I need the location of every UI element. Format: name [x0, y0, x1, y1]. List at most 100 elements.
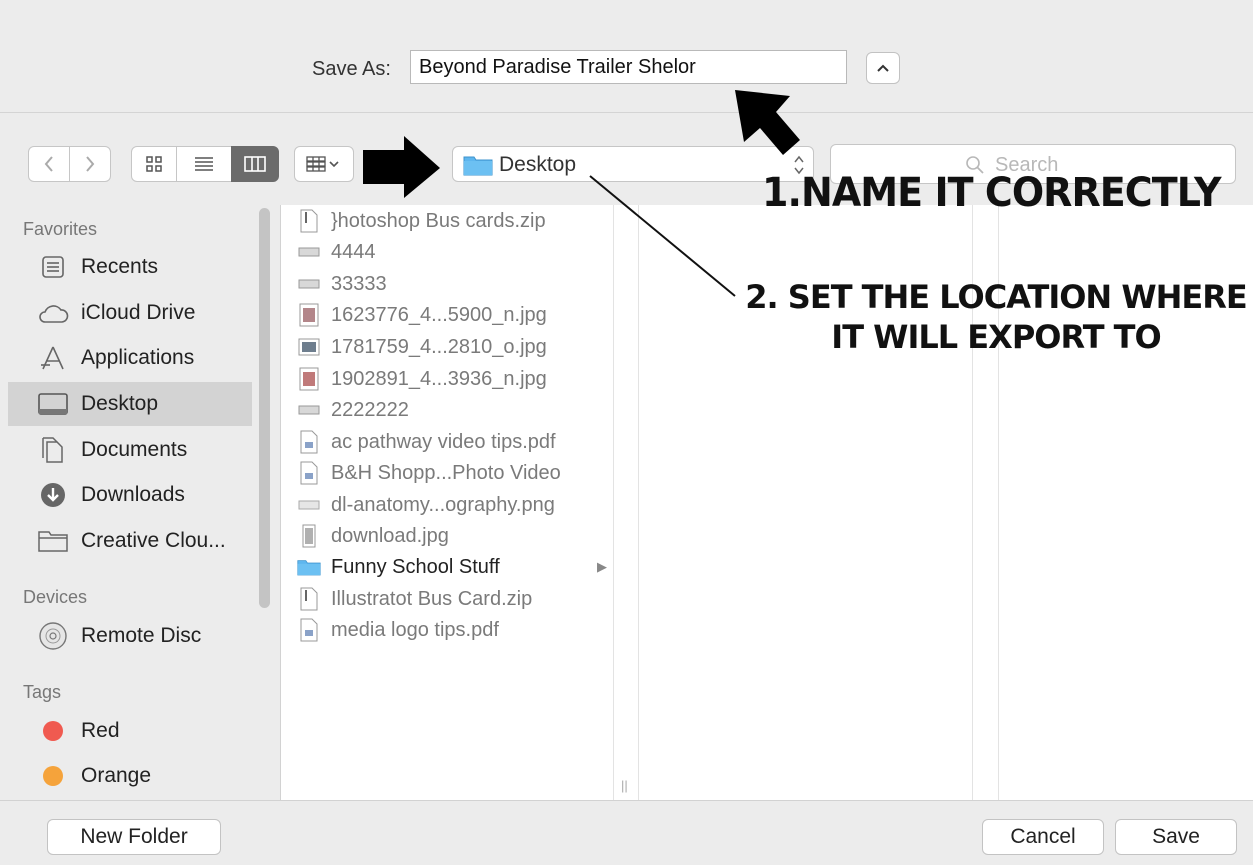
file-row[interactable]: 1902891_4...3936_n.jpg	[293, 364, 611, 394]
file-column: }hotoshop Bus cards.zip 4444 33333 16237…	[280, 205, 614, 800]
sidebar-item-label: Remote Disc	[81, 624, 202, 647]
photo-icon	[297, 523, 321, 549]
file-name: 1781759_4...2810_o.jpg	[331, 335, 547, 358]
photo-icon	[297, 366, 321, 392]
file-name: download.jpg	[331, 524, 449, 547]
sidebar-heading-favorites: Favorites	[23, 219, 98, 239]
sidebar-item-downloads[interactable]: Downloads	[8, 473, 252, 517]
file-row[interactable]: media logo tips.pdf	[293, 615, 611, 645]
applications-icon	[36, 343, 70, 373]
photo-icon	[297, 302, 321, 328]
file-name: dl-anatomy...ography.png	[331, 493, 555, 516]
arrange-button[interactable]	[294, 146, 354, 182]
disc-icon	[36, 621, 70, 651]
file-row[interactable]: 1623776_4...5900_n.jpg	[293, 300, 611, 330]
save-button[interactable]: Save	[1115, 819, 1237, 855]
sidebar-item-applications[interactable]: Applications	[8, 336, 252, 380]
sidebar-item-recents[interactable]: Recents	[8, 245, 252, 289]
icon-view-button[interactable]	[131, 146, 177, 182]
folder-icon	[297, 554, 321, 580]
file-name: media logo tips.pdf	[331, 618, 499, 641]
sidebar-item-icloud-drive[interactable]: iCloud Drive	[8, 291, 252, 335]
file-row[interactable]: ac pathway video tips.pdf	[293, 427, 611, 457]
file-name: 1902891_4...3936_n.jpg	[331, 367, 547, 390]
annotation-step-1: 1.NAME IT CORRECTLY	[762, 170, 1222, 216]
sidebar-tag-red[interactable]: Red	[8, 709, 252, 753]
file-row[interactable]: }hotoshop Bus cards.zip	[293, 206, 611, 236]
file-row[interactable]: 1781759_4...2810_o.jpg	[293, 332, 611, 362]
file-name: B&H Shopp...Photo Video	[331, 461, 561, 484]
sidebar-item-label: iCloud Drive	[81, 301, 196, 324]
sidebar-item-label: Recents	[81, 255, 159, 278]
list-view-button[interactable]	[176, 146, 232, 182]
sidebar: Favorites Recents iCloud Drive Applicati…	[0, 205, 279, 800]
tag-dot-icon	[36, 761, 70, 791]
location-label: Desktop	[499, 153, 577, 176]
list-icon	[195, 157, 213, 171]
file-row[interactable]: B&H Shopp...Photo Video	[293, 458, 611, 488]
sidebar-item-remote-disc[interactable]: Remote Disc	[8, 614, 252, 658]
sidebar-item-label: Creative Clou...	[81, 529, 226, 552]
column-view-button[interactable]	[231, 146, 279, 182]
sidebar-heading-devices: Devices	[23, 587, 88, 607]
file-name: Illustratot Bus Card.zip	[331, 587, 533, 610]
column-divider	[613, 205, 639, 800]
file-name: Funny School Stuff	[331, 555, 500, 578]
sidebar-item-label: Red	[81, 719, 120, 742]
file-row[interactable]: download.jpg	[293, 521, 611, 551]
column-resize-handle[interactable]: ||	[621, 778, 628, 793]
recents-icon	[36, 252, 70, 282]
save-as-field[interactable]	[410, 50, 847, 84]
sidebar-item-creative-cloud[interactable]: Creative Clou...	[8, 519, 252, 563]
zip-icon	[297, 208, 321, 234]
chevron-right-icon	[86, 156, 95, 172]
location-popup[interactable]: Desktop	[452, 146, 814, 182]
forward-button[interactable]	[69, 146, 111, 182]
sidebar-item-label: Documents	[81, 438, 188, 461]
pdf-icon	[297, 617, 321, 643]
image-file-icon	[297, 492, 321, 518]
zip-icon	[297, 586, 321, 612]
sidebar-item-desktop[interactable]: Desktop	[8, 382, 252, 426]
collapse-dialog-button[interactable]	[866, 52, 900, 84]
file-name: 4444	[331, 240, 376, 263]
disclosure-triangle-icon: ▶	[597, 559, 607, 574]
file-row[interactable]: 2222222	[293, 395, 611, 425]
grid-icon	[146, 156, 162, 172]
chevron-left-icon	[44, 156, 53, 172]
columns-icon	[244, 156, 266, 172]
pdf-icon	[297, 460, 321, 486]
pdf-icon	[297, 429, 321, 455]
file-row[interactable]: 33333	[293, 269, 611, 299]
file-row[interactable]: Illustratot Bus Card.zip	[293, 584, 611, 614]
sidebar-item-documents[interactable]: Documents	[8, 428, 252, 472]
back-button[interactable]	[28, 146, 70, 182]
file-name: ac pathway video tips.pdf	[331, 430, 556, 453]
image-file-icon	[297, 239, 321, 265]
arrow-to-location-icon	[363, 136, 440, 198]
file-name: }hotoshop Bus cards.zip	[331, 209, 546, 232]
folder-icon	[463, 156, 493, 176]
file-name: 33333	[331, 272, 387, 295]
sidebar-scrollbar[interactable]	[259, 208, 270, 608]
save-as-label: Save As:	[312, 58, 391, 80]
documents-icon	[36, 435, 70, 465]
folder-icon	[36, 526, 70, 556]
tag-dot-icon	[36, 716, 70, 746]
cancel-button[interactable]: Cancel	[982, 819, 1104, 855]
sidebar-heading-tags: Tags	[23, 682, 62, 702]
photo-icon	[297, 334, 321, 360]
annotation-step-2: 2. SET THE LOCATION WHERE IT WILL EXPORT…	[745, 278, 1248, 356]
new-folder-button[interactable]: New Folder	[47, 819, 221, 855]
file-row[interactable]: 4444	[293, 237, 611, 267]
sidebar-item-label: Applications	[81, 346, 195, 369]
file-row[interactable]: dl-anatomy...ography.png	[293, 490, 611, 520]
cloud-icon	[36, 298, 70, 328]
sidebar-tag-orange[interactable]: Orange	[8, 754, 252, 798]
image-file-icon	[297, 271, 321, 297]
sidebar-item-label: Desktop	[81, 392, 159, 415]
sidebar-item-label: Downloads	[81, 483, 185, 506]
sidebar-item-label: Orange	[81, 764, 152, 787]
arrange-icon	[306, 156, 339, 172]
folder-row[interactable]: Funny School Stuff ▶	[293, 552, 611, 582]
